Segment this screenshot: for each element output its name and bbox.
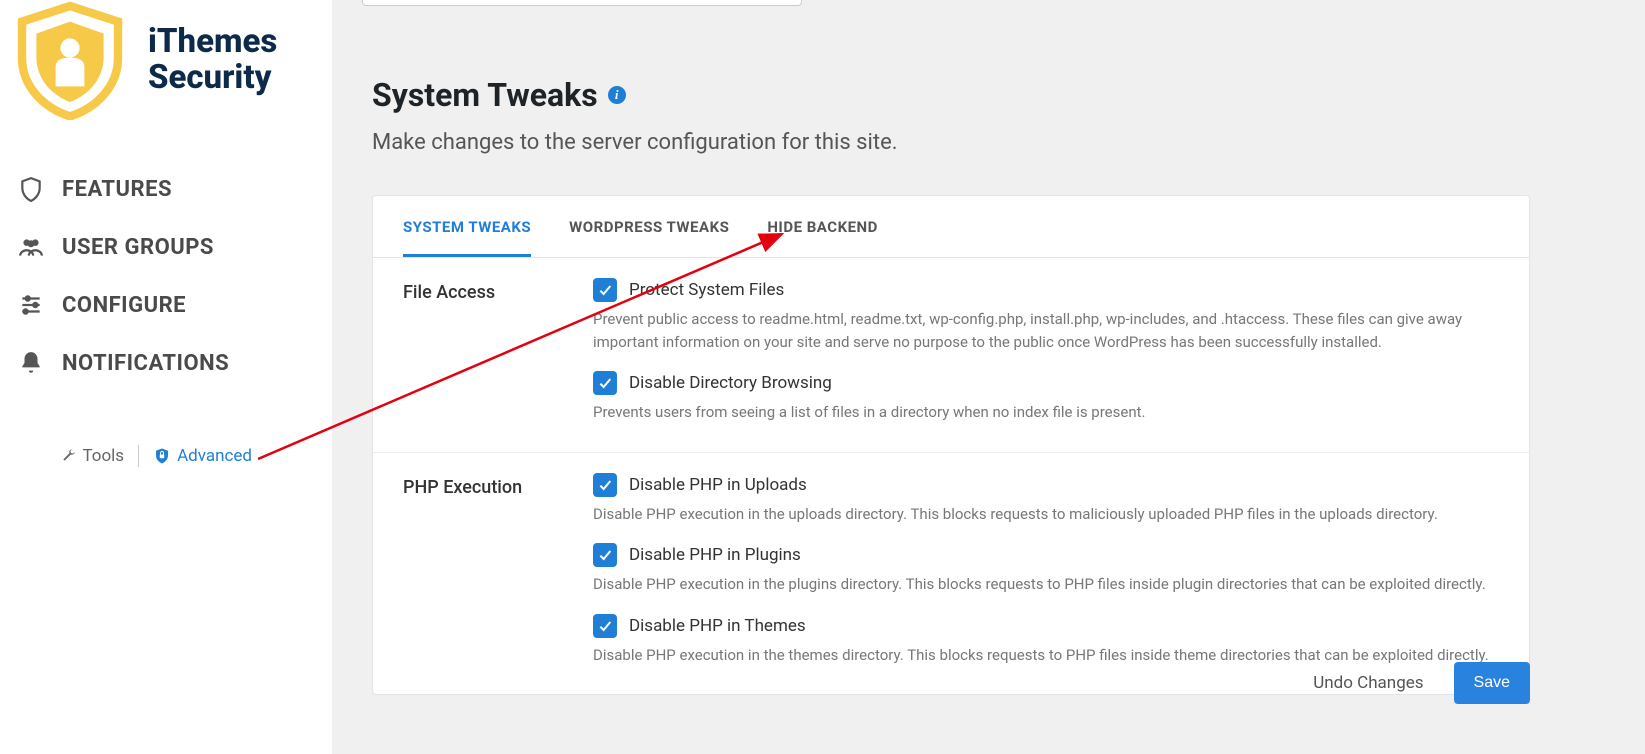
check-label: Disable Directory Browsing [629,373,832,393]
shield-icon [10,0,130,120]
nav-item-features[interactable]: FEATURES [18,160,332,218]
check-desc: Disable PHP execution in the plugins dir… [593,573,1499,596]
sidebar: iThemes Security FEATURES USER GROUPS [0,0,332,754]
brand-logo: iThemes Security [0,0,332,150]
nav-label: USER GROUPS [62,235,214,260]
brand-line2: Security [148,60,277,96]
shield-outline-icon [18,176,44,202]
users-icon [18,234,44,260]
nav-item-notifications[interactable]: NOTIFICATIONS [18,334,332,392]
check-label: Disable PHP in Plugins [629,545,801,565]
main-content: System Tweaks i Make changes to the serv… [332,0,1645,754]
checkbox[interactable] [593,278,617,302]
nav-item-user-groups[interactable]: USER GROUPS [18,218,332,276]
nav-label: NOTIFICATIONS [62,351,229,376]
sidebar-footer: Tools Advanced [60,445,252,467]
section-php-execution: PHP Execution Disable PHP in Uploads Dis… [373,453,1529,695]
footer-actions: Undo Changes Save [1313,662,1530,704]
nav-item-configure[interactable]: CONFIGURE [18,276,332,334]
checkbox[interactable] [593,614,617,638]
setting-disable-php-themes: Disable PHP in Themes Disable PHP execut… [593,614,1499,667]
check-label: Protect System Files [629,280,784,300]
check-desc: Prevents users from seeing a list of fil… [593,401,1499,424]
checkbox[interactable] [593,543,617,567]
advanced-link[interactable]: Advanced [153,446,252,466]
setting-protect-system-files: Protect System Files Prevent public acce… [593,278,1499,353]
check-desc: Prevent public access to readme.html, re… [593,308,1499,353]
setting-disable-php-plugins: Disable PHP in Plugins Disable PHP execu… [593,543,1499,596]
section-file-access: File Access Protect System Files Prevent… [373,258,1529,453]
tab-hide-backend[interactable]: HIDE BACKEND [767,196,878,257]
bell-icon [18,350,44,376]
setting-disable-directory-browsing: Disable Directory Browsing Prevents user… [593,371,1499,424]
brand-line1: iThemes [148,24,277,60]
tab-wordpress-tweaks[interactable]: WORDPRESS TWEAKS [569,196,729,257]
check-desc: Disable PHP execution in the uploads dir… [593,503,1499,526]
nav-label: CONFIGURE [62,293,186,318]
page-header: System Tweaks i Make changes to the serv… [332,6,1645,185]
tabs: SYSTEM TWEAKS WORDPRESS TWEAKS HIDE BACK… [373,196,1529,258]
save-button[interactable]: Save [1454,662,1530,704]
divider [138,445,139,467]
section-label: PHP Execution [403,473,593,671]
wrench-icon [60,448,76,464]
page-title: System Tweaks [372,76,598,114]
info-icon[interactable]: i [608,86,626,104]
checkbox[interactable] [593,473,617,497]
settings-panel: SYSTEM TWEAKS WORDPRESS TWEAKS HIDE BACK… [372,195,1530,695]
undo-changes-link[interactable]: Undo Changes [1313,673,1423,693]
lock-shield-icon [153,447,171,465]
nav-list: FEATURES USER GROUPS CONFIGURE NOTIFICAT… [0,150,332,392]
setting-disable-php-uploads: Disable PHP in Uploads Disable PHP execu… [593,473,1499,526]
section-label: File Access [403,278,593,428]
sliders-icon [18,292,44,318]
check-label: Disable PHP in Themes [629,616,806,636]
page-subtitle: Make changes to the server configuration… [372,130,1605,155]
nav-label: FEATURES [62,177,172,202]
check-label: Disable PHP in Uploads [629,475,807,495]
tab-system-tweaks[interactable]: SYSTEM TWEAKS [403,196,531,257]
tools-link[interactable]: Tools [60,446,124,466]
checkbox[interactable] [593,371,617,395]
